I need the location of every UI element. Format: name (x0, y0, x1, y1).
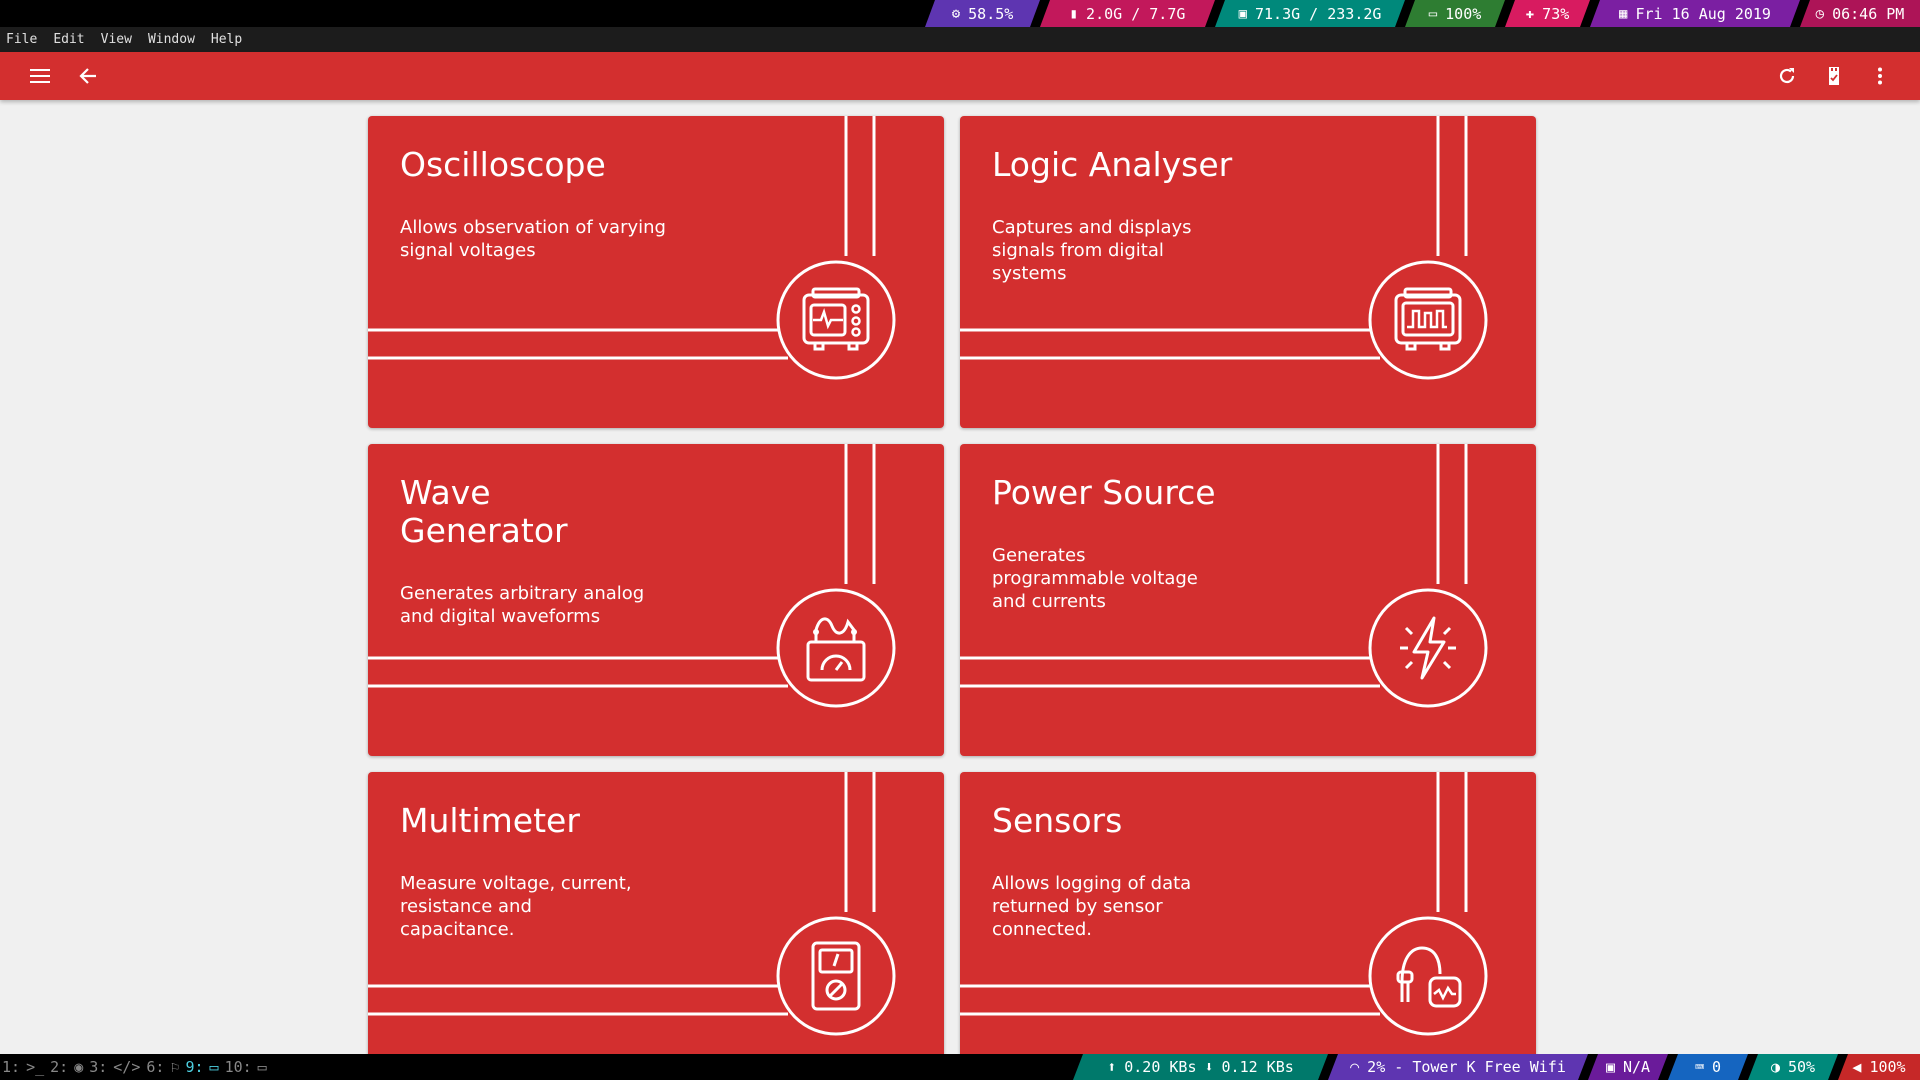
keyboard-segment: ⌨ 0 (1668, 1054, 1748, 1080)
instrument-grid: Oscilloscope Allows observation of varyi… (0, 100, 1920, 1054)
disk-icon: ▣ (1238, 5, 1247, 22)
multimeter-icon (811, 941, 861, 1011)
caffeine-icon: ◑ (1770, 1058, 1780, 1076)
date-value: Fri 16 Aug 2019 (1635, 4, 1771, 23)
clock-icon: ◷ (1815, 5, 1825, 22)
more-vert-icon[interactable] (1862, 58, 1898, 94)
keyboard-icon: ⌨ (1694, 1058, 1704, 1076)
net-up-value: 0.20 KBs (1124, 1058, 1197, 1076)
network-segment: ⬆ 0.20 KBs ⬇ 0.12 KBs (1073, 1054, 1328, 1080)
card-description: Captures and displays signals from digit… (992, 217, 1192, 284)
card-title: Power Source (992, 473, 1216, 512)
battery-icon: ▭ (1428, 5, 1438, 22)
app-toolbar (0, 52, 1920, 100)
usb-connected-icon[interactable] (1816, 58, 1852, 94)
card-description: Allows logging of data returned by senso… (992, 873, 1192, 940)
logic-analyser-icon (1394, 287, 1462, 351)
bottom-status-bar: 1: >_ 2: ◉ 3: </> 6: ⚐ 9: ▭ 10: ▭ ⬆ 0.20 … (0, 1054, 1920, 1080)
menu-window[interactable]: Window (148, 32, 195, 47)
brightness-value: 73% (1542, 4, 1570, 23)
card-title: Oscilloscope (400, 145, 606, 184)
hamburger-menu-icon[interactable] (22, 58, 58, 94)
upload-icon: ⬆ (1107, 1058, 1117, 1076)
terminal-icon: >_ (26, 1058, 45, 1076)
workspace-2[interactable]: 2: (50, 1058, 68, 1076)
card-title: Logic Analyser (992, 145, 1233, 184)
caffeine-segment: ◑ 50% (1748, 1054, 1838, 1080)
menu-help[interactable]: Help (211, 32, 242, 47)
workspace-3[interactable]: 3: (89, 1058, 107, 1076)
volume-segment: ◀ 100% (1838, 1054, 1920, 1080)
card-wave-generator[interactable]: Wave Generator Generates arbitrary analo… (368, 444, 944, 756)
menu-view[interactable]: View (101, 32, 132, 47)
sensors-icon (1396, 946, 1462, 1008)
time-value: 06:46 PM (1832, 4, 1905, 23)
plus-icon: ✚ (1525, 5, 1535, 22)
firefox-icon: ◉ (74, 1058, 84, 1076)
menu-edit[interactable]: Edit (53, 32, 84, 47)
calendar-icon: ▦ (1619, 5, 1628, 22)
battery-value: 100% (1445, 4, 1482, 23)
workspace-9[interactable]: 9: (185, 1058, 203, 1076)
card-title: Multimeter (400, 801, 580, 840)
memory-value: 2.0G / 7.7G (1086, 4, 1186, 23)
wifi-value: 2% - Tower K Free Wifi (1367, 1058, 1566, 1076)
monitor-icon: ▭ (257, 1058, 267, 1076)
card-description: Generates arbitrary analog and digital w… (400, 583, 645, 627)
disk-segment: ▣ 71.3G / 233.2G (1215, 0, 1405, 27)
vpn-value: N/A (1622, 1058, 1651, 1076)
disk-value: 71.3G / 233.2G (1255, 4, 1382, 23)
workspace-1[interactable]: 1: (2, 1058, 20, 1076)
menu-file[interactable]: File (6, 32, 37, 47)
wifi-segment: ◠ 2% - Tower K Free Wifi (1328, 1054, 1588, 1080)
card-description: Allows observation of varying signal vol… (400, 217, 666, 261)
workspace-6[interactable]: 6: (146, 1058, 164, 1076)
card-sensors[interactable]: Sensors Allows logging of data returned … (960, 772, 1536, 1054)
download-icon: ⬇ (1204, 1058, 1214, 1076)
vpn-icon: ▣ (1605, 1058, 1615, 1076)
refresh-icon[interactable] (1769, 58, 1805, 94)
card-multimeter[interactable]: Multimeter Measure voltage, current, res… (368, 772, 944, 1054)
power-source-icon (1400, 616, 1456, 680)
wifi-icon: ◠ (1350, 1058, 1360, 1076)
cpu-segment: ⚙ 58.5% (925, 0, 1040, 27)
card-power-source[interactable]: Power Source Generates programmable volt… (960, 444, 1536, 756)
volume-muted-icon[interactable]: ◀ (1852, 1058, 1861, 1076)
workspace-10[interactable]: 10: (225, 1058, 252, 1076)
back-arrow-icon[interactable] (70, 58, 106, 94)
workspace-list: 1: >_ 2: ◉ 3: </> 6: ⚐ 9: ▭ 10: ▭ (2, 1054, 267, 1080)
net-down-value: 0.12 KBs (1221, 1058, 1294, 1076)
wave-generator-icon (806, 617, 866, 682)
bookmark-icon: ⚐ (170, 1058, 180, 1076)
card-title: Sensors (992, 801, 1123, 840)
volume-value: 100% (1869, 1058, 1906, 1076)
cpu-icon: ⚙ (951, 5, 961, 22)
cpu-value: 58.5% (968, 4, 1014, 23)
code-icon: </> (113, 1058, 141, 1076)
keyboard-value: 0 (1712, 1058, 1722, 1076)
date-segment: ▦ Fri 16 Aug 2019 (1590, 0, 1800, 27)
menu-bar: File Edit View Window Help (0, 27, 1920, 52)
card-description: Measure voltage, current, resistance and… (400, 873, 632, 940)
time-segment: ◷ 06:46 PM (1800, 0, 1920, 27)
memory-icon: ▮ (1069, 5, 1079, 22)
oscilloscope-icon (802, 287, 870, 351)
caffeine-value: 50% (1787, 1058, 1816, 1076)
monitor-icon: ▭ (209, 1058, 219, 1076)
card-logic-analyser[interactable]: Logic Analyser Captures and displays sig… (960, 116, 1536, 428)
card-title: Wave Generator (400, 473, 568, 550)
vpn-segment: ▣ N/A (1588, 1054, 1668, 1080)
brightness-segment: ✚ 73% (1505, 0, 1590, 27)
card-oscilloscope[interactable]: Oscilloscope Allows observation of varyi… (368, 116, 944, 428)
top-status-bar: ⚙ 58.5% ▮ 2.0G / 7.7G ▣ 71.3G / 233.2G ▭ 100… (0, 0, 1920, 27)
memory-segment: ▮ 2.0G / 7.7G (1040, 0, 1215, 27)
battery-segment: ▭ 100% (1405, 0, 1505, 27)
card-description: Generates programmable voltage and curre… (992, 545, 1198, 612)
